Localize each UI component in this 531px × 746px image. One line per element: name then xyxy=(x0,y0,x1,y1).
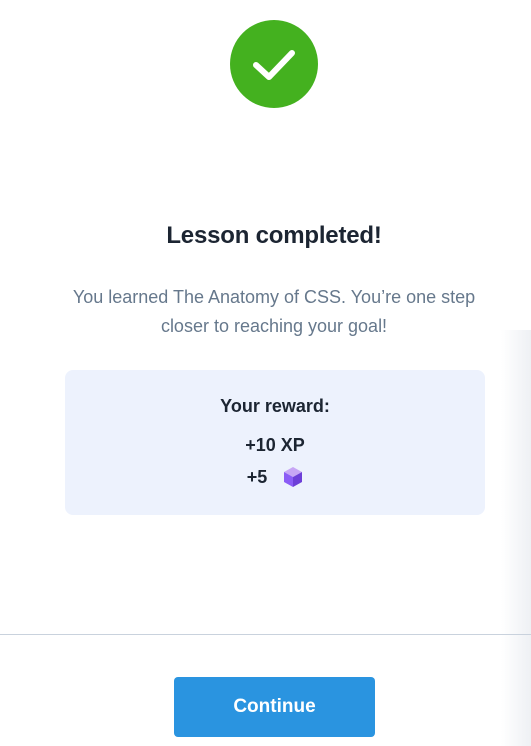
completion-message: You learned The Anatomy of CSS. You’re o… xyxy=(72,287,476,336)
checkmark-glyph xyxy=(253,50,295,80)
reward-gems-row: +5 xyxy=(65,466,485,488)
reward-card: Your reward: +10 XP +5 xyxy=(65,370,485,515)
footer-divider xyxy=(0,634,531,635)
edge-shadow xyxy=(501,330,531,746)
page-title: Lesson completed! xyxy=(166,222,382,249)
reward-gems-count: +5 xyxy=(246,466,268,487)
reward-title: Your reward: xyxy=(220,396,330,416)
checkmark-icon xyxy=(230,20,318,108)
continue-button[interactable]: Continue xyxy=(174,677,375,737)
reward-xp: +10 XP xyxy=(245,435,305,455)
purple-gem-icon xyxy=(283,466,303,488)
